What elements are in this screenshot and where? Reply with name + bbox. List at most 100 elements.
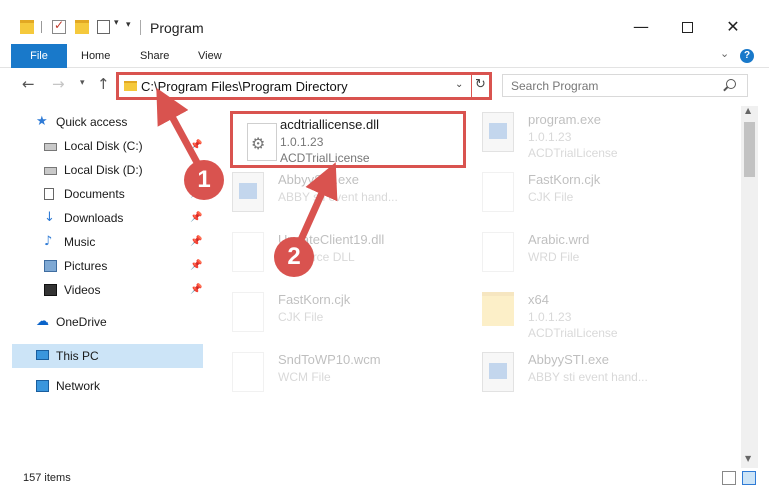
tab-file[interactable]: File: [11, 44, 67, 68]
sidebar-item-label: Quick access: [56, 115, 128, 129]
file-name: Arabic.wrd: [528, 232, 590, 247]
scroll-thumb[interactable]: [744, 122, 755, 177]
sidebar-item-network[interactable]: Network: [36, 374, 204, 398]
file-type: CJK File: [278, 310, 324, 324]
search-input[interactable]: [511, 77, 711, 94]
help-icon[interactable]: ?: [740, 49, 754, 63]
tab-home[interactable]: Home: [81, 44, 110, 68]
sidebar-item-onedrive[interactable]: ☁ OneDrive: [36, 310, 204, 334]
pin-icon[interactable]: 📌: [190, 278, 202, 302]
sidebar-item-local-disk-d[interactable]: Local Disk (D:): [44, 158, 204, 182]
sidebar-item-local-disk-c[interactable]: Local Disk (C:) 📌: [44, 134, 204, 158]
sidebar-item-label: Local Disk (D:): [64, 163, 143, 177]
file-version: 1.0.1.23: [528, 310, 572, 324]
address-path[interactable]: C:\Program Files\Program Directory: [141, 79, 348, 94]
sidebar-item-documents[interactable]: Documents 📌: [44, 182, 204, 206]
sidebar-item-label: OneDrive: [56, 315, 107, 329]
expand-ribbon-icon[interactable]: ⌄: [720, 47, 729, 60]
search-box[interactable]: [502, 74, 748, 97]
file-name: AbbyySTI.exe: [528, 352, 609, 367]
file-type: WCM File: [278, 370, 331, 384]
file-item[interactable]: SndToWP10.wcm WCM File: [220, 346, 460, 406]
file-type: CJK File: [528, 190, 574, 204]
address-bar[interactable]: C:\Program Files\Program Directory ⌄ ↻: [116, 72, 492, 100]
file-item[interactable]: FastKorn.cjk CJK File: [220, 286, 460, 346]
close-button[interactable]: ✕: [710, 12, 756, 42]
address-dropdown-icon[interactable]: ⌄: [455, 79, 463, 90]
title-bar: ▾ ▾ Program — ✕: [0, 0, 769, 44]
pin-icon[interactable]: 📌: [190, 206, 202, 230]
details-view-button[interactable]: [722, 471, 736, 485]
file-item[interactable]: UpdateClient19.dll Resource DLL: [220, 226, 460, 286]
sidebar-item-this-pc[interactable]: This PC: [36, 344, 204, 368]
sidebar-item-label: Videos: [64, 283, 101, 297]
sidebar-item-label: This PC: [56, 349, 99, 363]
ribbon-tabs: File Home Share View ⌄ ?: [0, 44, 769, 68]
toolbar-separator: [41, 21, 42, 33]
back-button[interactable]: ←: [22, 75, 35, 93]
file-list: acdtriallicense.dll 1.0.1.23 ACDTrialLic…: [220, 106, 740, 466]
folder-icon: [482, 292, 514, 326]
sidebar-item-pictures[interactable]: Pictures 📌: [44, 254, 204, 278]
forward-button[interactable]: →: [52, 75, 65, 93]
up-button[interactable]: ↑: [97, 75, 110, 93]
minimize-button[interactable]: —: [618, 12, 664, 42]
tab-share[interactable]: Share: [140, 44, 169, 68]
file-name: x64: [528, 292, 549, 307]
file-item[interactable]: FastKorn.cjk CJK File: [470, 166, 710, 226]
sidebar-item-music[interactable]: ♪ Music 📌: [44, 230, 204, 254]
file-item[interactable]: program.exe 1.0.1.23 ACDTrialLicense: [470, 106, 710, 166]
tab-view[interactable]: View: [198, 44, 222, 68]
maximize-button[interactable]: [664, 12, 710, 42]
recent-locations-button[interactable]: ▾: [80, 78, 85, 88]
step-badge-2: 2: [274, 237, 314, 277]
file-version: 1.0.1.23: [280, 135, 324, 149]
sidebar-item-downloads[interactable]: ↓ Downloads 📌: [44, 206, 204, 230]
sidebar-item-quick-access[interactable]: ★ Quick access: [36, 110, 206, 134]
refresh-icon[interactable]: ↻: [475, 77, 486, 92]
maximize-icon: [681, 22, 693, 33]
status-bar: 157 items: [0, 468, 769, 500]
documents-icon: [44, 188, 54, 200]
file-item-highlighted[interactable]: acdtriallicense.dll 1.0.1.23 ACDTrialLic…: [230, 111, 466, 168]
file-icon: [482, 172, 514, 212]
pin-icon[interactable]: 📌: [190, 134, 202, 158]
vertical-scrollbar[interactable]: ▲ ▼: [741, 106, 758, 468]
customize-toolbar-icon[interactable]: ▾: [126, 20, 131, 30]
file-version: 1.0.1.23: [528, 130, 572, 144]
scroll-up-icon[interactable]: ▲: [745, 106, 751, 115]
file-name: FastKorn.cjk: [278, 292, 351, 307]
file-item[interactable]: AbbyySTI.exe ABBY sti event hand...: [220, 166, 460, 226]
file-item[interactable]: AbbyySTI.exe ABBY sti event hand...: [470, 346, 710, 406]
pin-icon[interactable]: 📌: [190, 230, 202, 254]
file-item[interactable]: Arabic.wrd WRD File: [470, 226, 710, 286]
disk-icon: [44, 167, 57, 175]
sidebar-item-label: Network: [56, 379, 101, 393]
large-icons-view-button[interactable]: [742, 471, 756, 485]
search-icon[interactable]: [726, 79, 736, 89]
file-item[interactable]: x64 1.0.1.23 ACDTrialLicense: [470, 286, 710, 346]
pin-icon[interactable]: 📌: [190, 254, 202, 278]
network-icon: [36, 380, 49, 392]
exe-icon: [482, 112, 514, 152]
pc-icon: [36, 350, 49, 360]
gear-file-icon: [232, 232, 264, 272]
navigation-bar: ← → ▾ ↑ C:\Program Files\Program Directo…: [0, 69, 769, 103]
sidebar-item-videos[interactable]: Videos 📌: [44, 278, 204, 302]
file-name: AbbyySTI.exe: [278, 172, 359, 187]
address-separator: [471, 75, 472, 97]
file-description: ACDTrialLicense: [528, 146, 618, 160]
new-folder-icon[interactable]: [75, 20, 89, 34]
gear-file-icon: [247, 123, 277, 161]
scroll-down-icon[interactable]: ▼: [745, 454, 751, 463]
file-icon: [232, 352, 264, 392]
properties-check-icon[interactable]: [52, 18, 66, 34]
videos-icon: [44, 284, 57, 296]
file-description: ABBY sti event hand...: [528, 370, 648, 384]
file-icon: [232, 292, 264, 332]
properties-dropdown-icon[interactable]: ▾: [114, 18, 119, 28]
sidebar-item-label: Music: [64, 235, 96, 249]
properties-icon[interactable]: [97, 20, 110, 34]
pictures-icon: [44, 260, 57, 272]
star-icon: ★: [36, 114, 48, 129]
